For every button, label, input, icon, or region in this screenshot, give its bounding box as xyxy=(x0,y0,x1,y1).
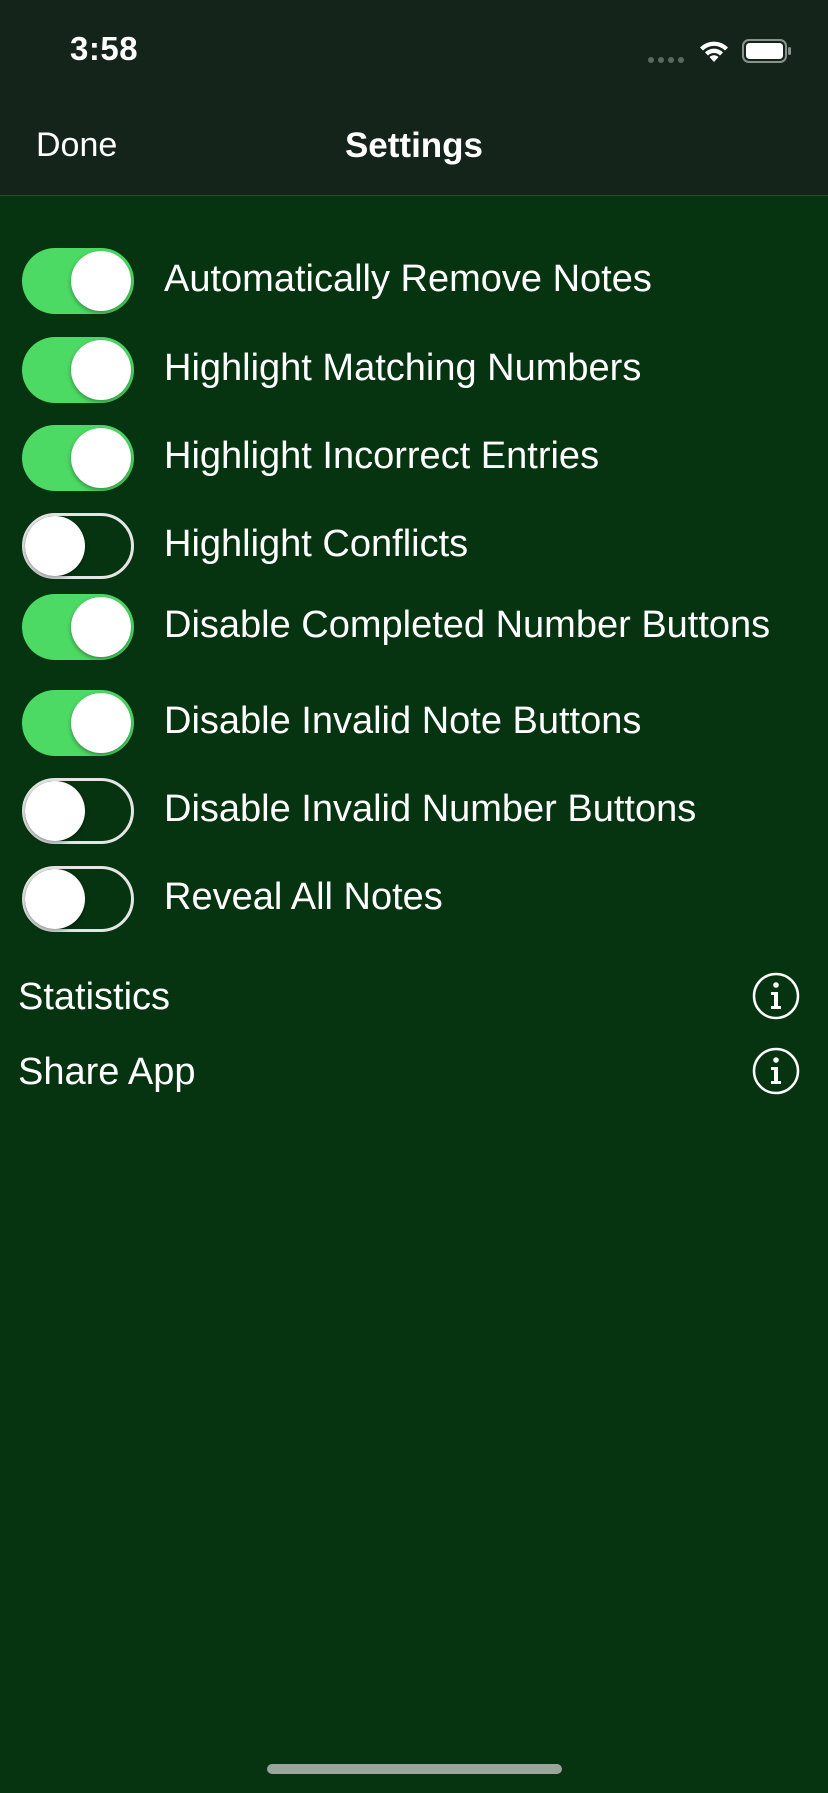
statistics-row[interactable]: Statistics xyxy=(0,968,828,1028)
toggle-row-highlight-matching-numbers: Highlight Matching Numbers xyxy=(0,329,828,409)
toggle-label: Highlight Incorrect Entries xyxy=(164,435,600,477)
wifi-icon xyxy=(700,41,728,62)
toggle-label: Highlight Matching Numbers xyxy=(164,347,642,389)
switch-knob xyxy=(25,516,85,576)
page-title: Settings xyxy=(344,126,484,165)
automatically-remove-notes-switch[interactable] xyxy=(22,248,134,314)
toggle-label: Automatically Remove Notes xyxy=(164,258,652,300)
toggle-row-disable-invalid-number-buttons: Disable Invalid Number Buttons xyxy=(0,770,828,850)
cellular-signal-icon xyxy=(648,57,684,63)
highlight-matching-numbers-switch[interactable] xyxy=(22,337,134,403)
highlight-conflicts-switch[interactable] xyxy=(22,513,134,579)
share-app-row[interactable]: Share App xyxy=(0,1043,828,1103)
switch-knob xyxy=(25,781,85,841)
toggle-row-disable-invalid-note-buttons: Disable Invalid Note Buttons xyxy=(0,682,828,762)
switch-knob xyxy=(71,693,131,753)
disable-invalid-note-buttons-switch[interactable] xyxy=(22,690,134,756)
toggle-label: Disable Completed Number Buttons xyxy=(164,604,771,646)
toggle-label: Highlight Conflicts xyxy=(164,523,469,565)
top-bar: 3:58 Done Settings xyxy=(0,0,828,196)
statistics-label: Statistics xyxy=(18,976,171,1018)
switch-knob xyxy=(71,340,131,400)
share-app-label: Share App xyxy=(18,1051,196,1093)
status-time: 3:58 xyxy=(70,30,139,67)
toggle-row-highlight-conflicts: Highlight Conflicts xyxy=(0,505,828,585)
battery-icon xyxy=(742,39,791,63)
home-indicator[interactable] xyxy=(267,1764,562,1774)
toggle-row-reveal-all-notes: Reveal All Notes xyxy=(0,858,828,938)
info-circle-icon[interactable] xyxy=(752,972,800,1020)
toggle-label: Reveal All Notes xyxy=(164,876,443,918)
switch-knob xyxy=(71,597,131,657)
disable-invalid-number-buttons-switch[interactable] xyxy=(22,778,134,844)
reveal-all-notes-switch[interactable] xyxy=(22,866,134,932)
toggle-row-automatically-remove-notes: Automatically Remove Notes xyxy=(0,240,828,320)
switch-knob xyxy=(71,251,131,311)
info-circle-icon[interactable] xyxy=(752,1047,800,1095)
toggle-row-disable-completed-number-buttons: Disable Completed Number Buttons xyxy=(0,586,828,666)
switch-knob xyxy=(71,428,131,488)
disable-completed-number-buttons-switch[interactable] xyxy=(22,594,134,660)
toggle-label: Disable Invalid Note Buttons xyxy=(164,700,642,742)
settings-screen: 3:58 Done Settings Automatically Remove … xyxy=(0,0,828,1793)
toggle-label: Disable Invalid Number Buttons xyxy=(164,788,697,830)
switch-knob xyxy=(25,869,85,929)
highlight-incorrect-entries-switch[interactable] xyxy=(22,425,134,491)
toggle-row-highlight-incorrect-entries: Highlight Incorrect Entries xyxy=(0,417,828,497)
